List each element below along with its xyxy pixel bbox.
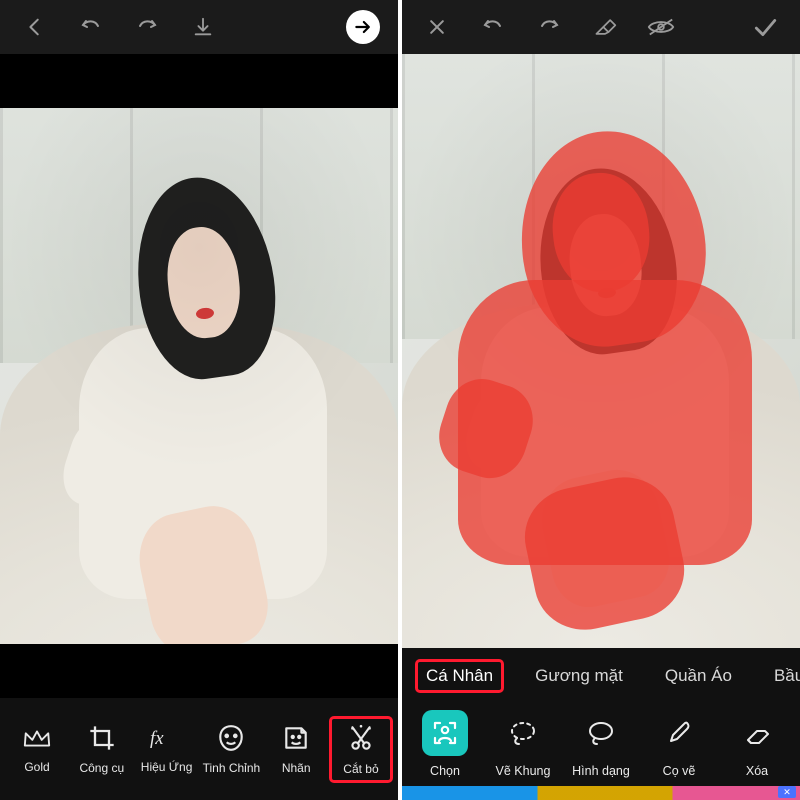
canvas-right[interactable] — [402, 54, 800, 648]
tool-sticker[interactable]: Nhãn — [265, 718, 327, 781]
tool-cutout[interactable]: Cắt bỏ — [330, 717, 392, 782]
tool-label: Công cụ — [79, 761, 124, 775]
svg-text:fx: fx — [150, 727, 164, 748]
topbar-right — [402, 0, 800, 54]
close-icon[interactable] — [410, 0, 464, 54]
rtool-outline[interactable]: Vẽ Khung — [486, 710, 560, 778]
tool-label: Nhãn — [282, 761, 311, 775]
tool-label: Hiệu Ứng — [141, 760, 193, 774]
ad-banner[interactable] — [402, 786, 800, 800]
tool-label: Cắt bỏ — [343, 762, 378, 776]
chip-person[interactable]: Cá Nhân — [416, 660, 503, 692]
eraser-topbar-icon[interactable] — [578, 0, 632, 54]
tool-tools[interactable]: Công cụ — [71, 718, 133, 781]
phone-left: Gold Công cụ fx Hiệu Ứng Tinh Chỉnh — [0, 0, 398, 800]
sticker-icon — [282, 724, 310, 755]
preview-icon[interactable] — [634, 0, 688, 54]
tool-effects[interactable]: fx Hiệu Ứng — [136, 719, 198, 780]
undo-icon[interactable] — [64, 0, 118, 54]
phone-right: Cá Nhân Gương mặt Quần Áo Bầu Trời Chọn … — [402, 0, 800, 800]
tool-retouch[interactable]: Tinh Chỉnh — [200, 718, 262, 781]
redo-icon[interactable] — [522, 0, 576, 54]
crown-icon — [22, 725, 52, 754]
back-icon[interactable] — [8, 0, 62, 54]
rtool-select[interactable]: Chọn — [408, 710, 482, 778]
canvas-left[interactable] — [0, 54, 398, 698]
bottom-toolbar-left: Gold Công cụ fx Hiệu Ứng Tinh Chỉnh — [0, 698, 398, 800]
redo-icon[interactable] — [120, 0, 174, 54]
dual-screenshot: Gold Công cụ fx Hiệu Ứng Tinh Chỉnh — [0, 0, 800, 800]
face-icon — [216, 724, 246, 755]
photo-left — [0, 54, 398, 698]
rtool-label: Chọn — [430, 764, 460, 778]
eraser-icon — [734, 710, 780, 756]
undo-icon[interactable] — [466, 0, 520, 54]
next-button[interactable] — [336, 0, 390, 54]
category-chips: Cá Nhân Gương mặt Quần Áo Bầu Trời — [402, 648, 800, 704]
chip-face[interactable]: Gương mặt — [525, 660, 633, 692]
photo-right — [402, 54, 800, 648]
rtool-label: Hình dạng — [572, 764, 630, 778]
rtool-erase[interactable]: Xóa — [720, 710, 794, 778]
tool-label: Gold — [24, 760, 49, 774]
ad-close-icon[interactable]: ✕ — [778, 786, 796, 798]
download-icon[interactable] — [176, 0, 230, 54]
tool-label: Tinh Chỉnh — [203, 761, 261, 775]
rtool-label: Xóa — [746, 764, 768, 778]
rtool-label: Vẽ Khung — [496, 764, 551, 778]
confirm-icon[interactable] — [738, 0, 792, 54]
fx-icon: fx — [150, 725, 184, 754]
lasso-outline-icon — [500, 710, 546, 756]
crop-icon — [88, 724, 116, 755]
chip-clothes[interactable]: Quần Áo — [655, 660, 742, 692]
topbar-left — [0, 0, 398, 54]
person-select-icon — [422, 710, 468, 756]
rtool-label: Cọ vẽ — [663, 764, 696, 778]
chip-sky[interactable]: Bầu Trời — [764, 660, 800, 692]
rtool-brush[interactable]: Cọ vẽ — [642, 710, 716, 778]
lasso-shape-icon — [578, 710, 624, 756]
rtool-shape[interactable]: Hình dạng — [564, 710, 638, 778]
tool-gold[interactable]: Gold — [6, 719, 68, 780]
cutout-icon — [346, 723, 376, 756]
brush-icon — [656, 710, 702, 756]
